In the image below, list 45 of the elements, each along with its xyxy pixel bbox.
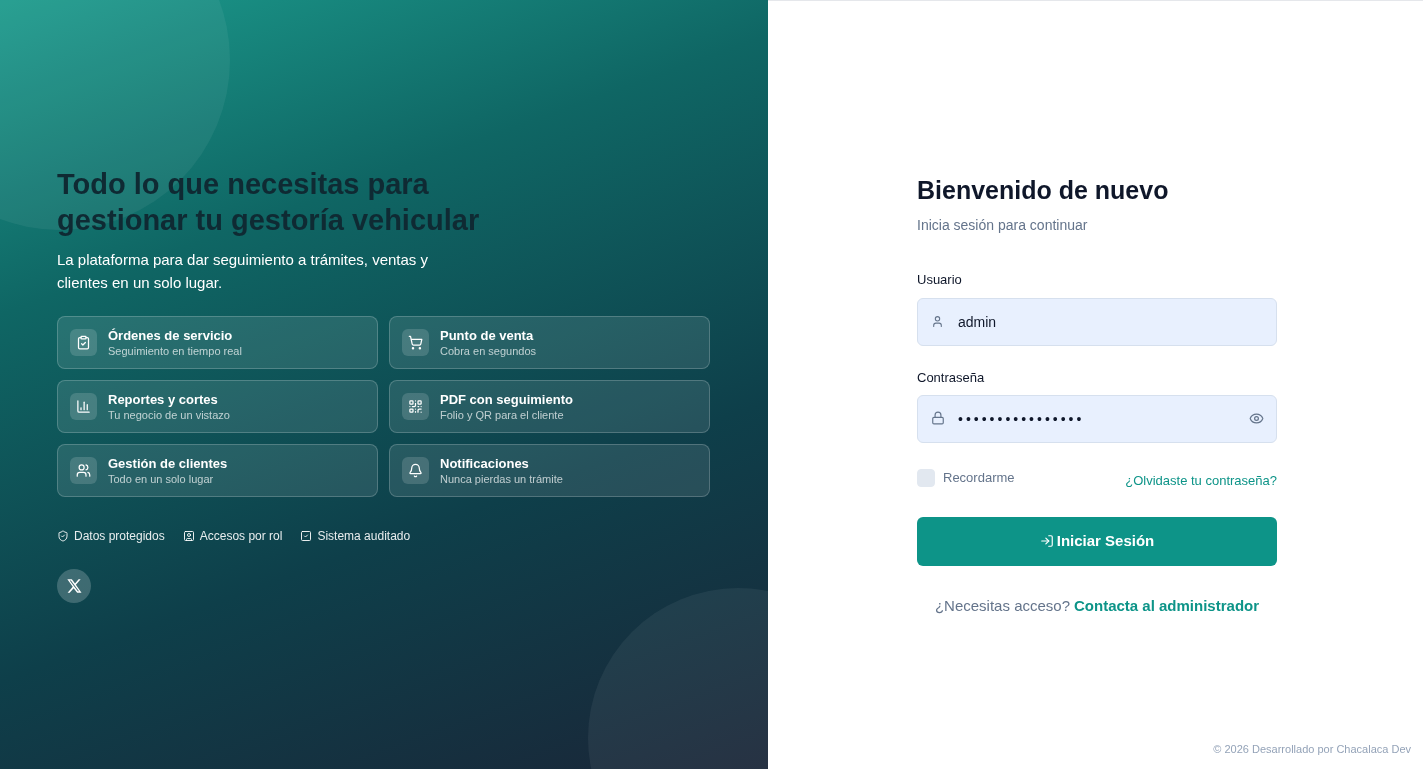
qr-code-icon [402,393,429,420]
remember-checkbox[interactable] [917,468,935,487]
trust-label: Accesos por rol [199,528,283,545]
feature-title: Reportes y cortes [108,391,219,408]
users-icon [70,457,97,484]
feature-subtitle: Cobra en segundos [440,343,536,358]
footer-credit: © 2026 Desarrollado por Chacalaca Dev [1213,741,1411,757]
feature-title: Notificaciones [440,455,530,472]
remember-label: Recordarme [943,469,1015,487]
feature-subtitle: Todo en un solo lugar [108,471,215,486]
feature-title: Punto de venta [440,327,535,344]
x-logo-icon [66,578,82,594]
shield-icon [57,530,69,542]
field-label: Usuario [917,271,963,289]
feature-subtitle: Tu negocio de un vistazo [108,407,230,422]
access-prompt: ¿Necesitas acceso? [934,595,1070,616]
hero-title: Todo lo que necesitas para gestionar tu gestoría vehicular [57,167,481,238]
bell-icon [402,457,429,484]
login-subtitle: Inicia sesión para continuar [917,216,1089,235]
feature-subtitle: Seguimiento en tiempo real [108,343,242,358]
feature-title: PDF con seguimiento [440,391,573,408]
password-field[interactable]: •••••••••••••••• [917,395,1277,443]
feature-title: Órdenes de servicio [108,327,234,344]
feature-subtitle: Nunca pierdas un trámite [440,471,563,486]
login-title: Bienvenido de nuevo [917,175,1170,206]
contact-admin-link[interactable]: Contacta al administrador [1074,594,1260,617]
hero-subtitle: La plataforma para dar seguimiento a trámites, ventas y clientes en un solo lugar. [57,250,430,293]
login-icon [1039,534,1054,548]
forgot-password-link[interactable]: ¿Olvidaste tu contraseña? [1125,471,1277,491]
x-social-button[interactable] [57,569,91,603]
trust-label: Sistema auditado [317,528,411,545]
lock-icon [931,411,945,425]
cart-icon [402,329,429,356]
trust-label: Datos protegidos [74,528,165,545]
feature-subtitle: Folio y QR para el cliente [440,407,565,422]
user-icon [931,314,944,328]
clipboard-check-icon [70,329,97,356]
username-field[interactable]: admin [917,297,1277,346]
bar-chart-icon [70,393,97,420]
show-password-icon[interactable] [1249,411,1264,426]
field-label: Contraseña [917,368,986,387]
login-button[interactable]: Iniciar Sesión [917,516,1277,566]
feature-title: Gestión de clientes [108,455,228,472]
id-badge-icon [182,530,195,542]
check-square-icon [300,530,313,542]
